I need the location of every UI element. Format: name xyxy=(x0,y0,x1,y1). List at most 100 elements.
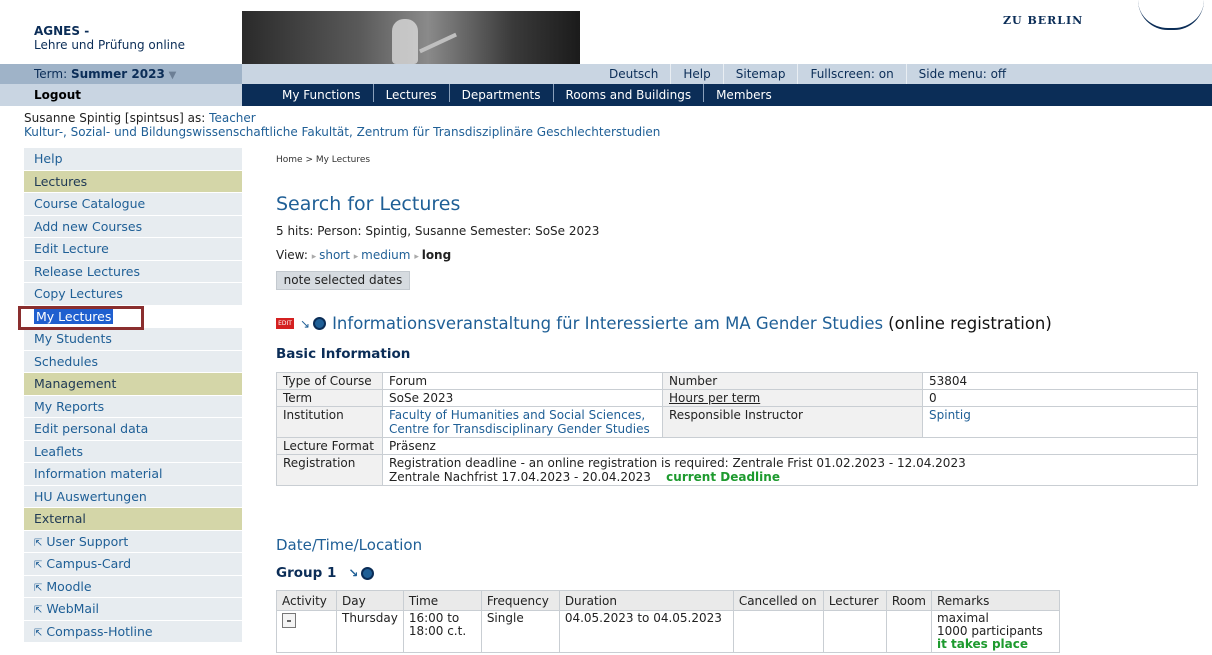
calendar-icon[interactable] xyxy=(282,613,296,628)
university-seal-icon xyxy=(1138,0,1204,30)
app-brand: AGNES - Lehre und Prüfung online xyxy=(0,0,242,64)
sidebar-item-compass-hotline[interactable]: ⇱ Compass-Hotline xyxy=(24,620,242,643)
arrow-icon: ▸ xyxy=(311,252,320,262)
registration-value: Registration deadline - an online regist… xyxy=(382,454,1198,486)
lecturer-cell xyxy=(822,610,887,653)
group-heading: Group 1 ↘ xyxy=(276,565,380,581)
app-subtitle: Lehre und Prüfung online xyxy=(34,38,186,52)
sidebar-item-course-catalogue[interactable]: Course Catalogue xyxy=(24,193,242,216)
sidebar-item-leaflets[interactable]: Leaflets xyxy=(24,440,242,463)
view-long-selected: long xyxy=(421,248,452,262)
instructor-link[interactable]: Spintig xyxy=(922,406,1198,438)
column-header: Remarks xyxy=(930,590,1061,611)
active-item-highlight xyxy=(18,306,144,330)
sidebar-item-my-students[interactable]: My Students xyxy=(24,328,242,351)
sidebar-section-label: Lectures xyxy=(34,173,88,189)
format-label: Lecture Format xyxy=(276,437,383,455)
sidebar-item-moodle[interactable]: ⇱ Moodle xyxy=(24,575,242,598)
table-row: Registration Registration deadline - an … xyxy=(276,454,1198,486)
hours-value: 0 xyxy=(922,389,1198,407)
column-header: Day xyxy=(336,590,404,611)
nav-rooms-buildings[interactable]: Rooms and Buildings xyxy=(552,84,704,102)
view-switcher: View: ▸ short ▸ medium ▸ long xyxy=(276,248,451,262)
info-icon[interactable] xyxy=(361,566,375,580)
view-medium-link[interactable]: medium xyxy=(361,248,410,262)
lecture-title-link[interactable]: Informationsveranstaltung für Interessie… xyxy=(332,314,883,333)
group-label: Group 1 xyxy=(276,565,337,581)
sidebar-item-release-lectures[interactable]: Release Lectures xyxy=(24,260,242,283)
activity-cell xyxy=(276,610,337,653)
search-hits-summary: 5 hits: Person: Spintig, Susanne Semeste… xyxy=(276,224,600,238)
external-link-icon: ⇱ xyxy=(34,582,43,594)
view-label: View: xyxy=(276,248,308,262)
pin-icon[interactable]: ↘ xyxy=(300,317,310,331)
link-side-menu[interactable]: Side menu: off xyxy=(905,64,1019,84)
sidebar-item-campus-card[interactable]: ⇱ Campus-Card xyxy=(24,553,242,576)
sidebar-item-label: My Reports xyxy=(34,398,105,414)
institution-link[interactable]: Faculty of Humanities and Social Science… xyxy=(382,406,663,438)
note-selected-dates-button[interactable]: note selected dates xyxy=(276,271,410,290)
nav-members[interactable]: Members xyxy=(703,84,784,102)
term-selector[interactable]: Term: Summer 2023 ▼ xyxy=(0,64,242,84)
sidebar-item-label: WebMail xyxy=(46,601,100,616)
column-header: Frequency xyxy=(480,590,560,611)
link-sitemap[interactable]: Sitemap xyxy=(722,64,798,84)
sidebar-item-label: User Support xyxy=(46,533,129,549)
sidebar-item-help[interactable]: Help xyxy=(24,148,242,171)
link-fullscreen[interactable]: Fullscreen: on xyxy=(797,64,905,84)
sidebar-item-hu-auswertungen[interactable]: HU Auswertungen xyxy=(24,485,242,508)
sidebar-item-edit-lecture[interactable]: Edit Lecture xyxy=(24,238,242,261)
user-faculty-link[interactable]: Kultur-, Sozial- und Bildungswissenschaf… xyxy=(24,125,660,139)
sidebar-section-external: External xyxy=(24,508,242,531)
time-line-2: 18:00 c.t. xyxy=(408,624,467,638)
sidebar-item-information-material[interactable]: Information material xyxy=(24,463,242,486)
lecture-registration-note: (online registration) xyxy=(888,314,1052,333)
sidebar-item-add-new-courses[interactable]: Add new Courses xyxy=(24,215,242,238)
sidebar-item-label: Compass-Hotline xyxy=(46,623,153,639)
sidebar-item-copy-lectures[interactable]: Copy Lectures xyxy=(24,283,242,306)
sidebar-item-schedules[interactable]: Schedules xyxy=(24,350,242,373)
link-help[interactable]: Help xyxy=(670,64,722,84)
basic-information-heading: Basic Information xyxy=(276,346,411,362)
column-header: Room xyxy=(885,590,932,611)
table-row: Type of Course Forum Number 53804 xyxy=(276,372,1198,390)
hours-label[interactable]: Hours per term xyxy=(662,389,923,407)
sidebar-item-label: Information material xyxy=(34,466,163,481)
nav-lectures[interactable]: Lectures xyxy=(372,84,449,102)
number-label: Number xyxy=(662,372,923,390)
sidebar-item-label: Copy Lectures xyxy=(34,286,123,301)
time-cell: 16:00 to 18:00 c.t. xyxy=(402,610,482,653)
sidebar-item-my-reports[interactable]: My Reports xyxy=(24,395,242,418)
table-row: Lecture Format Präsenz xyxy=(276,437,1198,455)
sidebar-item-edit-personal-data[interactable]: Edit personal data xyxy=(24,418,242,441)
edit-icon[interactable]: EDIT xyxy=(276,318,294,329)
sidebar-section-management: Management xyxy=(24,373,242,396)
sidebar-item-label: Help xyxy=(34,151,63,166)
registration-label: Registration xyxy=(276,454,383,486)
number-value: 53804 xyxy=(922,372,1198,390)
nav-my-functions[interactable]: My Functions xyxy=(270,84,373,102)
sidebar-section-label: Management xyxy=(34,376,117,391)
sidebar-item-user-support[interactable]: ⇱ User Support xyxy=(24,530,242,553)
logout-button[interactable]: Logout xyxy=(0,84,242,106)
sidebar-item-label: Schedules xyxy=(34,353,98,369)
view-short-link[interactable]: short xyxy=(319,248,350,262)
frequency-cell: Single xyxy=(480,610,560,653)
info-icon[interactable] xyxy=(313,317,327,330)
pin-icon[interactable]: ↘ xyxy=(348,566,358,580)
link-deutsch[interactable]: Deutsch xyxy=(597,64,670,84)
sidebar: Help Lectures Course Catalogue Add new C… xyxy=(24,148,242,643)
arrow-icon: ▸ xyxy=(414,252,422,262)
registration-line-1: Registration deadline - an online regist… xyxy=(389,456,966,470)
user-role-link[interactable]: Teacher xyxy=(209,111,256,125)
sidebar-item-label: Release Lectures xyxy=(34,263,141,279)
sidebar-item-webmail[interactable]: ⇱ WebMail xyxy=(24,598,242,621)
sidebar-item-label: Add new Courses xyxy=(34,218,143,234)
nav-departments[interactable]: Departments xyxy=(448,84,553,102)
sidebar-item-label: Leaflets xyxy=(34,443,84,459)
registration-status: current Deadline xyxy=(666,470,780,484)
breadcrumb[interactable]: Home > My Lectures xyxy=(276,155,370,165)
registration-line-2: Zentrale Nachfrist 17.04.2023 - 20.04.20… xyxy=(389,470,651,484)
column-header: Activity xyxy=(276,590,337,611)
table-header-row: Activity Day Time Frequency Duration Can… xyxy=(276,590,1061,611)
